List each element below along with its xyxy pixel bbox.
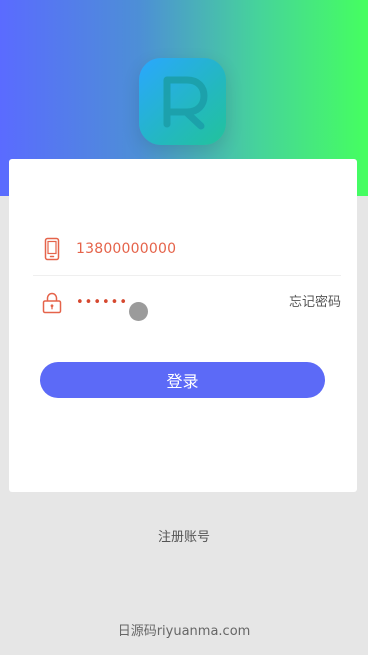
- footer-text: 日源码riyuanma.com: [117, 624, 251, 639]
- login-button[interactable]: 登录: [40, 362, 325, 398]
- forgot-password-link[interactable]: 忘记密码: [289, 291, 341, 310]
- register-link[interactable]: 注册账号: [0, 526, 368, 545]
- phone-row: 13800000000: [33, 223, 341, 276]
- app-logo-icon: [139, 58, 226, 145]
- phone-icon: [42, 236, 62, 262]
- password-row: •••••• 忘记密码: [33, 277, 341, 329]
- touch-indicator: [129, 302, 148, 321]
- lock-icon: [42, 290, 62, 316]
- password-input[interactable]: ••••••: [76, 295, 128, 310]
- login-card: 13800000000 •••••• 忘记密码 登录: [9, 159, 357, 492]
- phone-input[interactable]: 13800000000: [76, 241, 176, 257]
- r-logo-glyph-icon: [163, 76, 207, 129]
